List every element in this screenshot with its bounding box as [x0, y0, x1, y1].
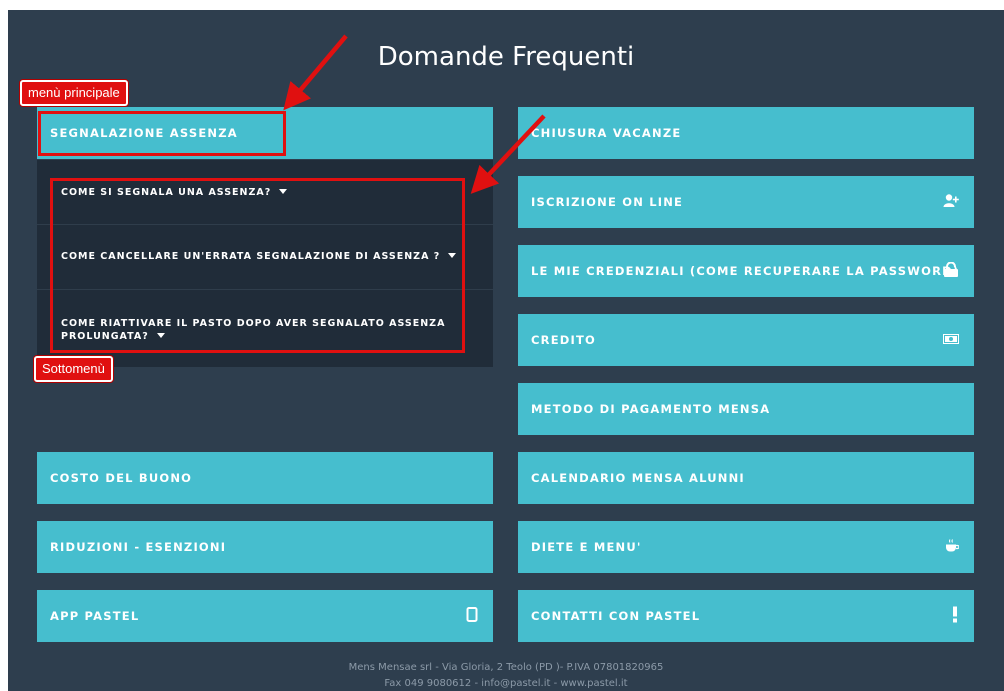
- arrow-submenu: [470, 114, 546, 194]
- annotation-arrows: [283, 34, 546, 194]
- arrow-main-menu: [283, 34, 348, 111]
